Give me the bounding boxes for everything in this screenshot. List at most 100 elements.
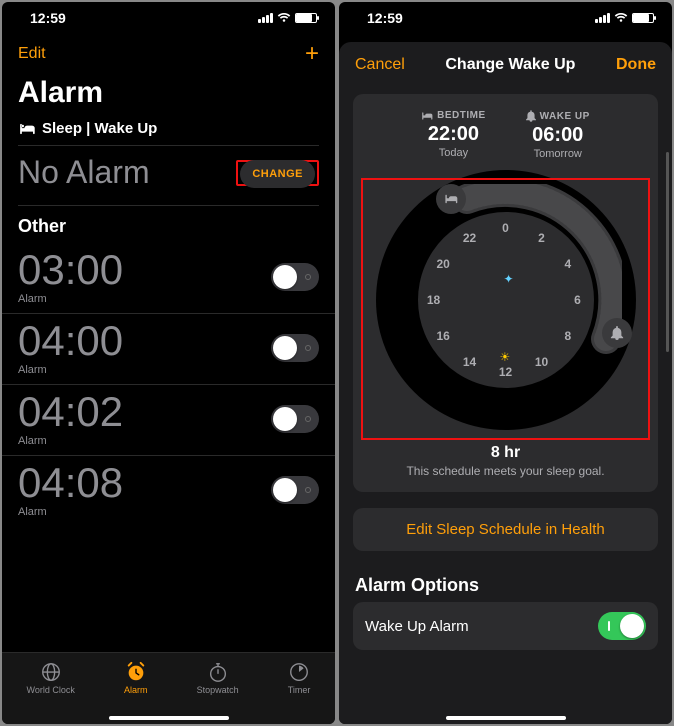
timer-icon (288, 661, 310, 683)
stopwatch-icon (207, 661, 229, 683)
done-button[interactable]: Done (616, 56, 656, 74)
alarm-time: 03:00 (18, 249, 123, 291)
alarm-label: Alarm (18, 506, 123, 518)
hour-label: 2 (538, 231, 545, 245)
wakeup-label: WAKE UP (540, 111, 590, 122)
alarm-row[interactable]: 04:02 Alarm (2, 385, 335, 456)
hour-label: 8 (565, 329, 572, 343)
alarm-options-header: Alarm Options (339, 561, 672, 602)
wakeup-handle[interactable] (602, 318, 632, 348)
night-icon: ✦ (504, 272, 514, 286)
alarm-label: Alarm (18, 364, 123, 376)
home-indicator[interactable] (446, 716, 566, 720)
cancel-button[interactable]: Cancel (355, 56, 405, 74)
hour-label: 10 (535, 355, 548, 369)
alarm-screen: 12:59 Edit + Alarm Sleep | Wake Up No Al… (2, 2, 335, 724)
bed-icon (18, 123, 36, 135)
hour-label: 14 (463, 355, 476, 369)
alarm-time: 04:08 (18, 462, 123, 504)
bedtime-value[interactable]: 22:00 (421, 123, 486, 146)
alarm-row[interactable]: 04:08 Alarm (2, 456, 335, 526)
globe-icon (40, 661, 62, 683)
duration-block: 8 hr This schedule meets your sleep goal… (363, 444, 648, 478)
tab-world-clock[interactable]: World Clock (27, 661, 75, 695)
status-indicators (595, 13, 654, 23)
clock-face: 0 2 4 6 8 10 12 14 16 18 20 22 ✦ ☀ (418, 212, 594, 388)
nav-bar: Edit + (2, 30, 335, 74)
hour-label: 12 (499, 365, 512, 379)
bell-icon (610, 326, 624, 340)
hour-label: 22 (463, 231, 476, 245)
alarm-label: Alarm (18, 293, 123, 305)
tab-timer[interactable]: Timer (288, 661, 311, 695)
bed-icon (421, 111, 433, 121)
wifi-icon (614, 13, 628, 23)
cellular-icon (258, 13, 273, 23)
wakeup-alarm-label: Wake Up Alarm (365, 618, 469, 635)
highlight-box: CHANGE (236, 160, 319, 186)
tab-alarm[interactable]: Alarm (124, 661, 148, 695)
tab-bar: World Clock Alarm Stopwatch Timer (2, 652, 335, 724)
sheet-header: Cancel Change Wake Up Done (339, 42, 672, 88)
wifi-icon (277, 13, 291, 23)
alarm-toggle[interactable] (271, 263, 319, 291)
sleep-section-text: Sleep | Wake Up (42, 120, 157, 137)
no-alarm-text: No Alarm (18, 154, 150, 191)
wakeup-value[interactable]: 06:00 (526, 124, 590, 147)
alarm-toggle[interactable] (271, 334, 319, 362)
tab-label: Alarm (124, 685, 148, 695)
hour-label: 6 (574, 293, 581, 307)
add-alarm-button[interactable]: + (305, 40, 319, 68)
status-bar: 12:59 (2, 2, 335, 30)
alarm-clock-icon (125, 661, 147, 683)
change-button[interactable]: CHANGE (240, 160, 315, 188)
status-indicators (258, 13, 317, 23)
sheet-title: Change Wake Up (445, 56, 575, 74)
sleep-dial[interactable]: 0 2 4 6 8 10 12 14 16 18 20 22 ✦ ☀ (376, 170, 636, 430)
alarm-row[interactable]: 04:00 Alarm (2, 314, 335, 385)
tab-label: Timer (288, 685, 311, 695)
bedtime-wakeup-row: BEDTIME 22:00 Today WAKE UP 06:00 Tomorr… (363, 110, 648, 160)
alarm-toggle[interactable] (271, 405, 319, 433)
bedtime-col: BEDTIME 22:00 Today (421, 110, 486, 160)
bed-icon (444, 192, 458, 206)
sun-icon: ☀ (500, 350, 511, 364)
page-title: Alarm (2, 74, 335, 120)
alarm-label: Alarm (18, 435, 123, 447)
alarm-row[interactable]: 03:00 Alarm (2, 243, 335, 314)
modal-sheet: Cancel Change Wake Up Done BEDTIME 22:00… (339, 42, 672, 724)
sleep-alarm-row: No Alarm CHANGE (2, 146, 335, 205)
home-indicator[interactable] (109, 716, 229, 720)
hour-label: 0 (502, 221, 509, 235)
edit-health-button[interactable]: Edit Sleep Schedule in Health (353, 508, 658, 551)
wakeup-col: WAKE UP 06:00 Tomorrow (526, 110, 590, 160)
hour-label: 20 (436, 257, 449, 271)
duration-subtitle: This schedule meets your sleep goal. (363, 464, 648, 478)
status-time: 12:59 (367, 10, 403, 26)
hour-label: 16 (436, 329, 449, 343)
tab-label: Stopwatch (197, 685, 239, 695)
alarm-time: 04:02 (18, 391, 123, 433)
battery-icon (295, 13, 317, 23)
alarm-toggle[interactable] (271, 476, 319, 504)
alarm-time: 04:00 (18, 320, 123, 362)
change-wakeup-screen: 12:59 Cancel Change Wake Up Done BEDTIME… (339, 2, 672, 724)
sleep-dial-card: BEDTIME 22:00 Today WAKE UP 06:00 Tomorr… (353, 94, 658, 492)
tab-label: World Clock (27, 685, 75, 695)
duration-value: 8 hr (363, 444, 648, 462)
bedtime-day: Today (421, 147, 486, 159)
tab-stopwatch[interactable]: Stopwatch (197, 661, 239, 695)
bedtime-handle[interactable] (436, 184, 466, 214)
scroll-indicator[interactable] (666, 152, 669, 352)
sleep-section-label: Sleep | Wake Up (2, 120, 335, 145)
other-section-label: Other (2, 206, 335, 243)
edit-button[interactable]: Edit (18, 45, 46, 63)
hour-label: 18 (427, 293, 440, 307)
cellular-icon (595, 13, 610, 23)
wakeup-alarm-toggle[interactable] (598, 612, 646, 640)
hour-label: 4 (565, 257, 572, 271)
wakeup-alarm-row: Wake Up Alarm (353, 602, 658, 650)
wakeup-day: Tomorrow (526, 148, 590, 160)
bell-icon (526, 110, 536, 122)
bedtime-label: BEDTIME (437, 110, 486, 121)
